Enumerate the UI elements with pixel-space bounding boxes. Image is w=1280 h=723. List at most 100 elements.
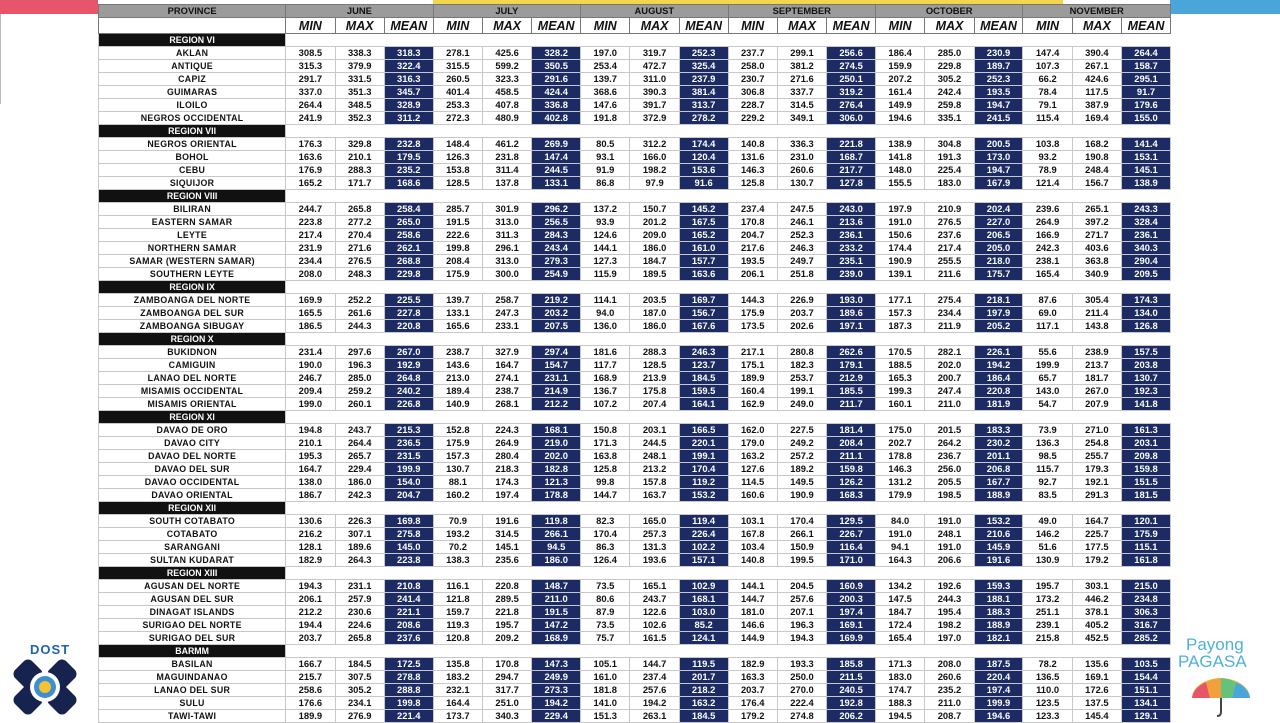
- cell-mean: 193.5: [973, 85, 1024, 99]
- cell-mean: 127.8: [826, 176, 876, 190]
- cell-min: 165.5: [285, 306, 336, 320]
- province-name: LEYTE: [97, 228, 287, 242]
- cell-max: 247.3: [481, 306, 533, 320]
- left-edge-line: [0, 14, 1, 104]
- cell-max: 248.1: [924, 527, 975, 541]
- province-name: CEBU: [97, 163, 287, 177]
- province-name: TAWI-TAWI: [97, 709, 287, 723]
- cell-min: 117.7: [580, 358, 631, 372]
- cell-min: 128.5: [432, 176, 483, 190]
- cell-max: 248.1: [629, 449, 680, 463]
- cell-max: 307.1: [334, 527, 385, 541]
- cell-mean: 254.9: [531, 267, 582, 281]
- cell-mean: 215.0: [1121, 579, 1171, 593]
- cell-mean: 230.9: [973, 46, 1024, 60]
- cell-max: 244.5: [629, 436, 680, 450]
- cell-max: 313.0: [481, 215, 533, 229]
- cell-mean: 197.1: [826, 319, 876, 333]
- cell-max: 170.4: [776, 514, 828, 528]
- cell-mean: 181.9: [973, 397, 1024, 411]
- cell-max: 314.5: [481, 527, 533, 541]
- cell-max: 198.2: [924, 618, 975, 632]
- cell-max: 186.0: [334, 475, 385, 489]
- cell-mean: 129.5: [826, 514, 876, 528]
- cell-max: 261.6: [334, 306, 385, 320]
- cell-min: 144.1: [727, 579, 778, 593]
- cell-mean: 161.3: [1121, 423, 1171, 437]
- province-name: BUKIDNON: [97, 345, 287, 359]
- top-bar-segment-blue: [1170, 0, 1280, 14]
- cell-min: 146.3: [727, 163, 778, 177]
- cell-max: 230.6: [334, 605, 385, 619]
- cell-mean: 273.3: [531, 683, 582, 697]
- cell-min: 159.7: [432, 605, 483, 619]
- cell-min: 315.3: [285, 59, 336, 73]
- cell-max: 209.0: [629, 228, 680, 242]
- cell-mean: 94.5: [531, 540, 582, 554]
- cell-max: 199.1: [776, 384, 828, 398]
- cell-min: 141.8: [874, 150, 926, 164]
- cell-mean: 239.0: [826, 267, 876, 281]
- cell-mean: 325.4: [678, 59, 729, 73]
- cell-min: 153.8: [432, 163, 483, 177]
- cell-mean: 340.3: [1121, 241, 1171, 255]
- cell-mean: 184.5: [678, 371, 729, 385]
- cell-mean: 208.6: [383, 618, 434, 632]
- cell-min: 87.9: [580, 605, 631, 619]
- cell-mean: 134.1: [1121, 696, 1171, 710]
- region-row-spacer: [285, 124, 1171, 138]
- cell-min: 253.3: [432, 98, 483, 112]
- cell-mean: 161.0: [678, 241, 729, 255]
- cell-max: 213.2: [629, 462, 680, 476]
- cell-mean: 102.2: [678, 540, 729, 554]
- stat-header-mean: MEAN: [678, 17, 729, 34]
- cell-mean: 145.0: [383, 540, 434, 554]
- cell-mean: 188.9: [973, 618, 1024, 632]
- cell-min: 93.9: [580, 215, 631, 229]
- cell-max: 224.6: [334, 618, 385, 632]
- cell-max: 238.7: [481, 384, 533, 398]
- table-row: DINAGAT ISLANDS 212.2 230.6 221.1 159.7 221.8…: [97, 605, 1171, 619]
- cell-min: 131.6: [727, 150, 778, 164]
- cell-min: 315.5: [432, 59, 483, 73]
- cell-max: 192.6: [924, 579, 975, 593]
- cell-mean: 218.1: [973, 293, 1024, 307]
- cell-min: 49.0: [1022, 514, 1073, 528]
- cell-mean: 306.0: [826, 111, 876, 125]
- cell-mean: 159.8: [1121, 462, 1171, 476]
- cell-max: 179.3: [1071, 462, 1123, 476]
- table-row: SURIGAO DEL NORTE 194.4 224.6 208.6 119.3 195…: [97, 618, 1171, 632]
- cell-min: 155.5: [874, 176, 926, 190]
- cell-max: 461.2: [481, 137, 533, 151]
- cell-min: 151.3: [580, 709, 631, 723]
- cell-mean: 185.8: [826, 657, 876, 671]
- cell-mean: 171.0: [826, 553, 876, 567]
- cell-max: 137.5: [1071, 696, 1123, 710]
- cell-min: 208.4: [432, 254, 483, 268]
- table-row: SOUTH COTABATO 130.6 226.3 169.8 70.9 191.6 11…: [97, 514, 1171, 528]
- cell-mean: 186.4: [973, 371, 1024, 385]
- cell-max: 213.7: [1071, 358, 1123, 372]
- stat-header-min: MIN: [727, 17, 778, 34]
- cell-max: 244.3: [334, 319, 385, 333]
- cell-min: 194.8: [285, 423, 336, 437]
- cell-min: 191.0: [874, 527, 926, 541]
- cell-mean: 170.4: [678, 462, 729, 476]
- cell-mean: 258.4: [383, 202, 434, 216]
- cell-max: 183.0: [924, 176, 975, 190]
- cell-max: 190.8: [1071, 150, 1123, 164]
- cell-max: 207.4: [629, 397, 680, 411]
- cell-max: 352.3: [334, 111, 385, 125]
- cell-max: 234.1: [334, 696, 385, 710]
- cell-max: 271.0: [1071, 423, 1123, 437]
- cell-min: 70.2: [432, 540, 483, 554]
- table-row: COTABATO 216.2 307.1 275.8 193.2 314.5 266.1 17…: [97, 527, 1171, 541]
- cell-mean: 192.3: [1121, 384, 1171, 398]
- cell-min: 237.4: [727, 202, 778, 216]
- cell-max: 255.5: [924, 254, 975, 268]
- cell-max: 208.0: [924, 657, 975, 671]
- cell-max: 225.7: [1071, 527, 1123, 541]
- cell-max: 243.7: [629, 592, 680, 606]
- cell-mean: 322.4: [383, 59, 434, 73]
- cell-mean: 167.5: [678, 215, 729, 229]
